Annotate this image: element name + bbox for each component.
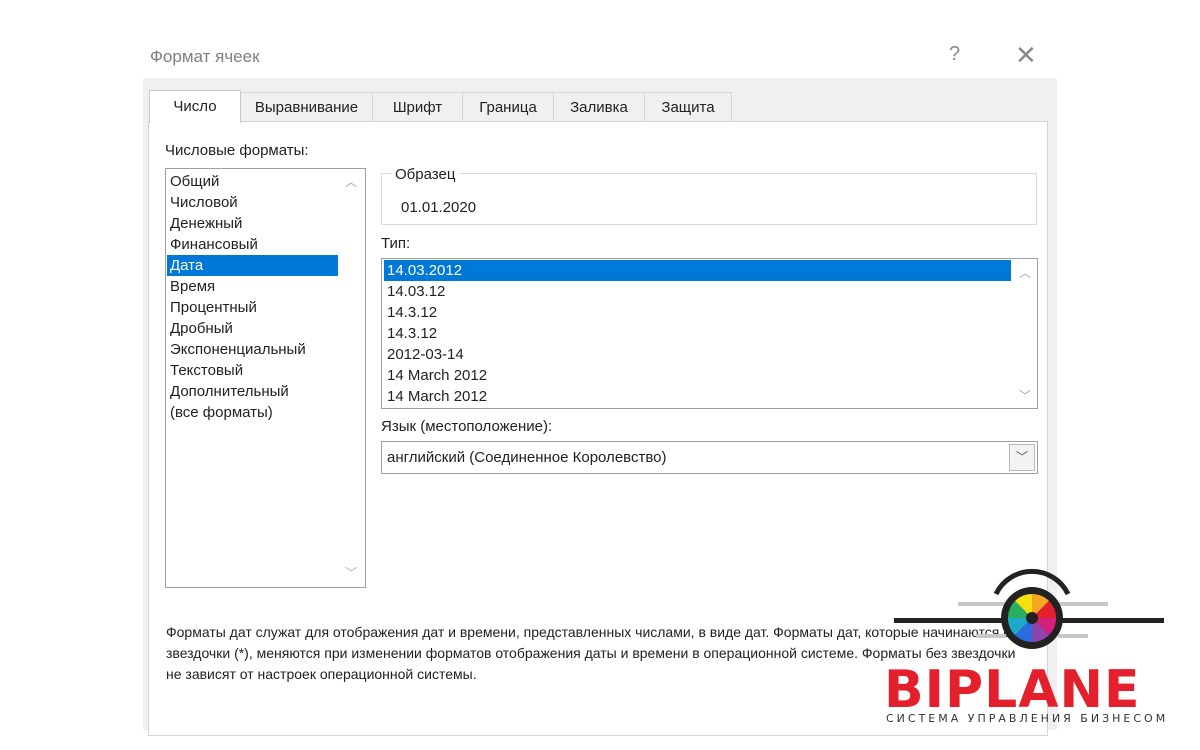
locale-value: английский (Соединенное Королевство): [387, 449, 667, 466]
help-button[interactable]: ?: [949, 43, 960, 66]
scroll-up-icon[interactable]: ︿: [1017, 265, 1033, 281]
close-button[interactable]: ✕: [1015, 42, 1037, 68]
tab-fill[interactable]: Заливка: [553, 92, 645, 122]
list-item[interactable]: Дополнительный: [167, 381, 338, 402]
list-item[interactable]: Финансовый: [167, 234, 338, 255]
list-item[interactable]: (все форматы): [167, 402, 338, 423]
logo-brand-text: BIPLANE: [884, 660, 1141, 720]
list-item[interactable]: 14.3.12: [384, 323, 1011, 344]
dialog-title: Формат ячеек: [150, 47, 260, 66]
tab-font[interactable]: Шрифт: [372, 92, 463, 122]
list-item[interactable]: 14.03.12: [384, 281, 1011, 302]
list-item[interactable]: 14 March 2012: [384, 386, 1011, 407]
type-list[interactable]: 14.03.2012 14.03.12 14.3.12 14.3.12 2012…: [381, 258, 1038, 409]
list-item[interactable]: Экспоненциальный: [167, 339, 338, 360]
list-item-selected[interactable]: Дата: [167, 255, 338, 276]
locale-label: Язык (местоположение):: [381, 418, 553, 435]
chevron-down-icon[interactable]: ﹀: [1009, 444, 1035, 471]
sample-value: 01.01.2020: [401, 199, 477, 216]
tab-number[interactable]: Число: [149, 90, 241, 123]
scroll-down-icon[interactable]: ﹀: [1017, 388, 1033, 404]
list-item[interactable]: 14 March 2012: [384, 365, 1011, 386]
list-item[interactable]: Общий: [167, 171, 338, 192]
list-item[interactable]: Процентный: [167, 297, 338, 318]
list-item[interactable]: Числовой: [167, 192, 338, 213]
list-item[interactable]: 2012-03-14: [384, 344, 1011, 365]
sample-label: Образец: [391, 166, 460, 183]
list-item[interactable]: 14.3.12: [384, 302, 1011, 323]
title-bar: Формат ячеек ? ✕: [143, 30, 1057, 78]
scroll-down-icon[interactable]: ﹀: [343, 565, 359, 581]
list-item[interactable]: Дробный: [167, 318, 338, 339]
list-item[interactable]: Время: [167, 276, 338, 297]
logo-tagline: СИСТЕМА УПРАВЛЕНИЯ БИЗНЕСОМ: [886, 712, 1169, 725]
type-label: Тип:: [381, 235, 411, 252]
list-item[interactable]: Текстовый: [167, 360, 338, 381]
tab-alignment[interactable]: Выравнивание: [240, 92, 373, 122]
categories-label: Числовые форматы:: [165, 142, 309, 159]
list-item[interactable]: Денежный: [167, 213, 338, 234]
scroll-up-icon[interactable]: ︿: [343, 174, 359, 190]
tab-border[interactable]: Граница: [462, 92, 554, 122]
tab-protection[interactable]: Защита: [644, 92, 732, 122]
list-item-selected[interactable]: 14.03.2012: [384, 260, 1011, 281]
logo-color-wheel: [1007, 593, 1057, 643]
category-list[interactable]: Общий Числовой Денежный Финансовый Дата …: [165, 168, 366, 588]
sample-group: [381, 173, 1037, 225]
locale-select[interactable]: английский (Соединенное Королевство) ﹀: [381, 441, 1038, 474]
